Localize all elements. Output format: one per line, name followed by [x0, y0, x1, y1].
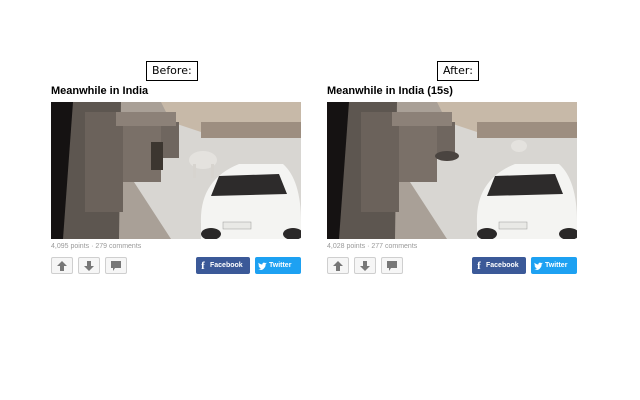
- facebook-icon: f: [201, 259, 205, 272]
- comment-icon: [387, 260, 397, 271]
- facebook-label: Facebook: [486, 262, 519, 269]
- after-label: After:: [437, 61, 479, 81]
- arrow-down-icon: [360, 260, 370, 271]
- comment-button[interactable]: [381, 257, 403, 274]
- upvote-button[interactable]: [327, 257, 349, 274]
- after-panel: After: Meanwhile in India (15s) 4,028 po…: [326, 0, 578, 400]
- downvote-button[interactable]: [78, 257, 100, 274]
- post-image[interactable]: [327, 102, 577, 239]
- twitter-share-button[interactable]: Twitter: [531, 257, 577, 274]
- before-panel: Before: Meanwhile in India 4,095 points …: [50, 0, 302, 400]
- post-image[interactable]: [51, 102, 301, 239]
- twitter-label: Twitter: [269, 262, 292, 269]
- facebook-share-button[interactable]: f Facebook: [196, 257, 250, 274]
- comment-icon: [111, 260, 121, 271]
- twitter-icon: [531, 257, 545, 274]
- twitter-share-button[interactable]: Twitter: [255, 257, 301, 274]
- post-stats: 4,095 points · 279 comments: [51, 243, 142, 250]
- before-label: Before:: [146, 61, 198, 81]
- twitter-label: Twitter: [545, 262, 568, 269]
- arrow-down-icon: [84, 260, 94, 271]
- facebook-icon: f: [477, 259, 481, 272]
- downvote-button[interactable]: [354, 257, 376, 274]
- facebook-label: Facebook: [210, 262, 243, 269]
- facebook-share-button[interactable]: f Facebook: [472, 257, 526, 274]
- post-stats: 4,028 points · 277 comments: [327, 243, 418, 250]
- arrow-up-icon: [57, 260, 67, 271]
- comment-button[interactable]: [105, 257, 127, 274]
- post-title[interactable]: Meanwhile in India: [51, 85, 148, 97]
- post-title[interactable]: Meanwhile in India (15s): [327, 85, 453, 97]
- arrow-up-icon: [333, 260, 343, 271]
- twitter-icon: [255, 257, 269, 274]
- upvote-button[interactable]: [51, 257, 73, 274]
